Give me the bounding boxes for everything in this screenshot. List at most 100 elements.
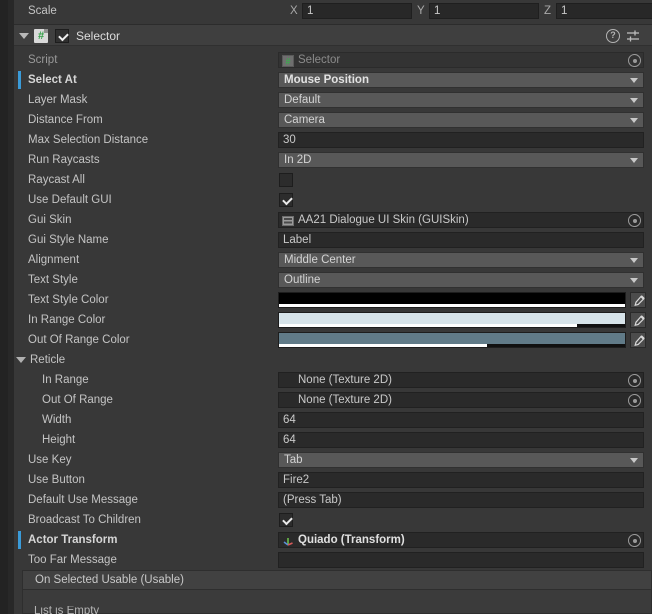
foldout-arrow-icon[interactable] <box>16 357 26 363</box>
guiskin-icon <box>282 215 294 227</box>
property-row: Default Use Message (Press Tab) <box>14 490 652 510</box>
property-row: Distance From Camera <box>14 110 652 130</box>
property-label: Distance From <box>28 114 103 126</box>
text-input[interactable]: 64 <box>278 432 644 448</box>
object-field-value: AA21 Dialogue UI Skin (GUISkin) <box>298 214 469 226</box>
property-row: Out Of Range Color <box>14 330 652 350</box>
kebab-menu-icon[interactable] <box>646 29 652 43</box>
text-input[interactable]: 30 <box>278 132 644 148</box>
property-label: Text Style Color <box>28 294 109 306</box>
prefab-override-bar <box>18 531 21 549</box>
scale-y-input[interactable]: 1 <box>429 3 539 19</box>
dropdown[interactable]: Mouse Position <box>278 72 644 88</box>
object-field[interactable]: None (Texture 2D) <box>278 392 644 408</box>
property-row: In Range None (Texture 2D) <box>14 370 652 390</box>
property-label: Alignment <box>28 254 80 266</box>
color-alpha-bar <box>279 324 625 327</box>
event-body <box>22 590 652 614</box>
property-row: Width 64 <box>14 410 652 430</box>
dropdown[interactable]: In 2D <box>278 152 644 168</box>
eyedropper-icon[interactable] <box>630 332 646 348</box>
property-row: Gui Style Name Label <box>14 230 652 250</box>
property-row: Height 64 <box>14 430 652 450</box>
property-label: Actor Transform <box>28 534 118 546</box>
property-label: Raycast All <box>28 174 85 186</box>
dropdown-value: In 2D <box>284 154 312 166</box>
chevron-down-icon <box>630 278 638 283</box>
component-foldout-arrow-icon[interactable] <box>19 33 29 39</box>
eyedropper-icon[interactable] <box>630 312 646 328</box>
text-input[interactable] <box>278 552 644 568</box>
event-header-on-selected-usable[interactable]: On Selected Usable (Usable) <box>22 570 652 590</box>
property-label: In Range Color <box>28 314 106 326</box>
property-label: Gui Skin <box>28 214 72 226</box>
property-row: Run Raycasts In 2D <box>14 150 652 170</box>
scale-z-input[interactable]: 1 <box>556 3 652 19</box>
help-icon[interactable]: ? <box>606 29 620 43</box>
object-field-value: None (Texture 2D) <box>298 374 392 386</box>
preset-settings-icon[interactable] <box>626 29 640 43</box>
object-field[interactable]: AA21 Dialogue UI Skin (GUISkin) <box>278 212 644 228</box>
property-row: Use Button Fire2 <box>14 470 652 490</box>
object-picker-icon[interactable] <box>628 534 641 547</box>
prefab-override-bar <box>18 71 21 89</box>
dropdown[interactable]: Tab <box>278 452 644 468</box>
property-row: Text Style Color <box>14 290 652 310</box>
property-row: Raycast All <box>14 170 652 190</box>
object-picker-icon[interactable] <box>628 54 641 67</box>
component-header-selector[interactable]: # Selector ? <box>14 24 652 46</box>
scale-x-input[interactable]: 1 <box>302 3 412 19</box>
property-label: Use Button <box>28 474 85 486</box>
property-row: Reticle <box>14 350 652 370</box>
property-label: Width <box>42 414 72 426</box>
property-row: Max Selection Distance 30 <box>14 130 652 150</box>
color-field[interactable] <box>278 292 626 308</box>
text-input[interactable]: (Press Tab) <box>278 492 644 508</box>
dropdown[interactable]: Camera <box>278 112 644 128</box>
checkbox[interactable] <box>279 513 293 527</box>
property-label: In Range <box>42 374 89 386</box>
dropdown[interactable]: Middle Center <box>278 252 644 268</box>
text-input[interactable]: Fire2 <box>278 472 644 488</box>
object-picker-icon[interactable] <box>628 214 641 227</box>
unity-inspector-panel: Scale X 1 Y 1 Z 1 # Selector ? Script # … <box>0 0 652 614</box>
text-input[interactable]: Label <box>278 232 644 248</box>
property-label: Broadcast To Children <box>28 514 141 526</box>
chevron-down-icon <box>630 158 638 163</box>
color-swatch <box>279 293 625 304</box>
svg-text:#: # <box>285 57 290 67</box>
property-row: Text Style Outline <box>14 270 652 290</box>
csharp-script-icon: # <box>34 29 48 43</box>
property-label: Select At <box>28 74 77 86</box>
transform-scale-row: Scale X 1 Y 1 Z 1 <box>14 0 652 22</box>
property-label: Run Raycasts <box>28 154 100 166</box>
object-field[interactable]: # Selector <box>278 52 644 68</box>
property-label: Out Of Range <box>42 394 113 406</box>
eyedropper-icon[interactable] <box>630 292 646 308</box>
event-list-clipped-text: List is Empty <box>34 606 100 614</box>
transform-icon <box>282 535 294 547</box>
inspector-window-edge <box>0 0 8 614</box>
color-field[interactable] <box>278 312 626 328</box>
dropdown[interactable]: Default <box>278 92 644 108</box>
color-field[interactable] <box>278 332 626 348</box>
color-alpha-bar <box>279 344 625 347</box>
scale-y-axis-label: Y <box>417 5 425 17</box>
checkbox[interactable] <box>279 193 293 207</box>
checkbox[interactable] <box>279 173 293 187</box>
object-field[interactable]: Quiado (Transform) <box>278 532 644 548</box>
object-field[interactable]: None (Texture 2D) <box>278 372 644 388</box>
component-title: Selector <box>76 29 121 43</box>
property-row: Use Default GUI <box>14 190 652 210</box>
property-label: Gui Style Name <box>28 234 109 246</box>
property-label: Out Of Range Color <box>28 334 130 346</box>
property-row: Alignment Middle Center <box>14 250 652 270</box>
component-enabled-checkbox[interactable] <box>55 29 69 43</box>
dropdown[interactable]: Outline <box>278 272 644 288</box>
text-input[interactable]: 64 <box>278 412 644 428</box>
object-picker-icon[interactable] <box>628 394 641 407</box>
csharp-script-icon: # <box>282 55 294 67</box>
object-picker-icon[interactable] <box>628 374 641 387</box>
color-swatch <box>279 313 625 324</box>
property-label: Height <box>42 434 76 446</box>
